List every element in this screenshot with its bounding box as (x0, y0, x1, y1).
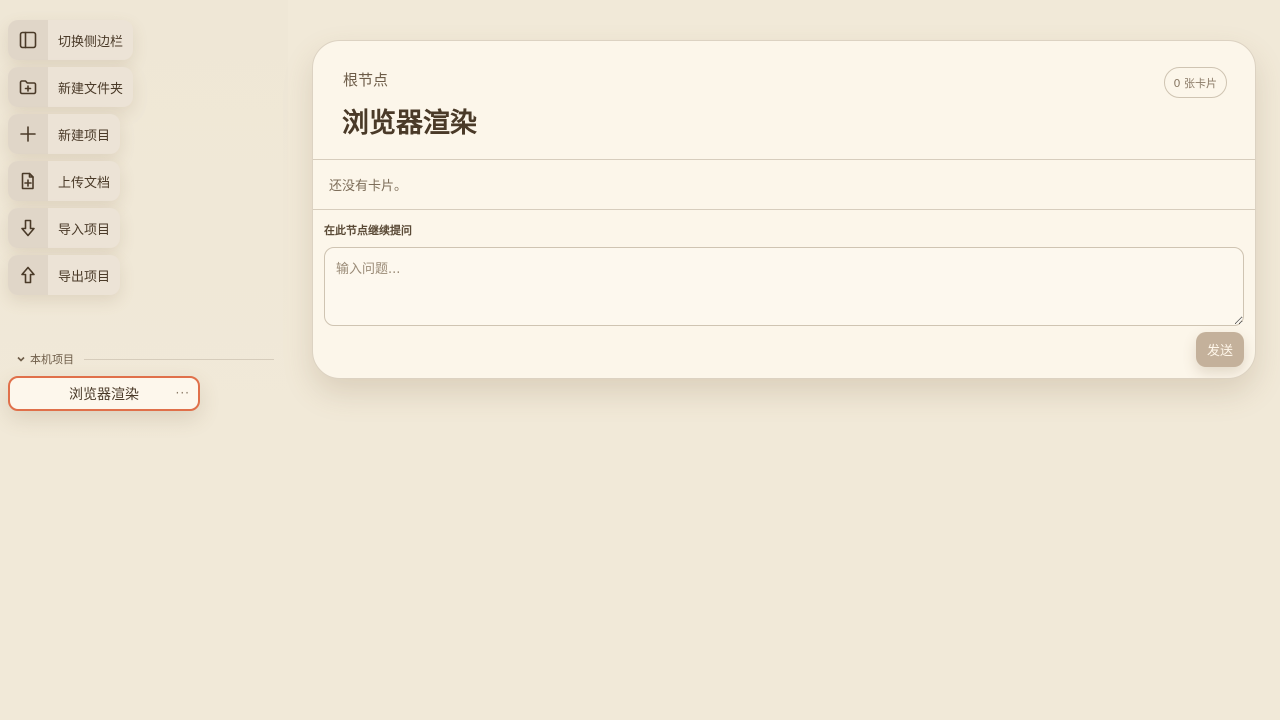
section-label: 本机项目 (30, 353, 74, 366)
page-title: 浏览器渲染 (342, 108, 477, 139)
export-project-button[interactable]: 导出项目 (8, 255, 121, 295)
project-name: 浏览器渲染 (69, 386, 139, 403)
export-project-label: 导出项目 (58, 269, 111, 285)
arrow-down-icon (8, 208, 48, 248)
arrow-up-icon (8, 255, 48, 295)
plus-icon (8, 114, 48, 154)
question-input[interactable] (324, 247, 1244, 326)
project-item-browser-rendering[interactable]: 浏览器渲染 ··· (8, 376, 200, 411)
send-button[interactable]: 发送 (1196, 332, 1244, 367)
upload-document-label: 上传文档 (58, 175, 111, 191)
import-project-button[interactable]: 导入项目 (8, 208, 121, 248)
card-header: 根节点 浏览器渲染 0 张卡片 (313, 41, 1255, 160)
breadcrumb[interactable]: 根节点 (343, 69, 388, 90)
file-plus-icon (8, 161, 48, 201)
empty-cards-message: 还没有卡片。 (313, 160, 1255, 210)
more-options-icon[interactable]: ··· (176, 386, 190, 400)
sidebar: 切换侧边栏 新建文件夹 新建项目 上传文档 导入项目 导出项目 本机项目 浏览器… (0, 0, 288, 450)
folder-plus-icon (8, 67, 48, 107)
chevron-down-icon (16, 354, 26, 364)
new-project-label: 新建项目 (58, 128, 111, 144)
new-folder-button[interactable]: 新建文件夹 (8, 67, 134, 107)
sidebar-toggle-icon (8, 20, 48, 60)
new-folder-label: 新建文件夹 (58, 81, 124, 97)
toggle-sidebar-label: 切换侧边栏 (58, 34, 124, 50)
local-projects-section-header[interactable]: 本机项目 (16, 352, 274, 366)
upload-document-button[interactable]: 上传文档 (8, 161, 121, 201)
app-root: 切换侧边栏 新建文件夹 新建项目 上传文档 导入项目 导出项目 本机项目 浏览器… (0, 0, 1280, 720)
section-divider (84, 358, 274, 360)
node-card: 根节点 浏览器渲染 0 张卡片 还没有卡片。 在此节点继续提问 发送 (312, 40, 1256, 379)
card-count-badge: 0 张卡片 (1163, 67, 1227, 98)
toggle-sidebar-button[interactable]: 切换侧边栏 (8, 20, 134, 60)
ask-section: 在此节点继续提问 发送 (313, 210, 1255, 367)
new-project-button[interactable]: 新建项目 (8, 114, 121, 154)
ask-label: 在此节点继续提问 (324, 224, 412, 237)
import-project-label: 导入项目 (58, 222, 111, 238)
